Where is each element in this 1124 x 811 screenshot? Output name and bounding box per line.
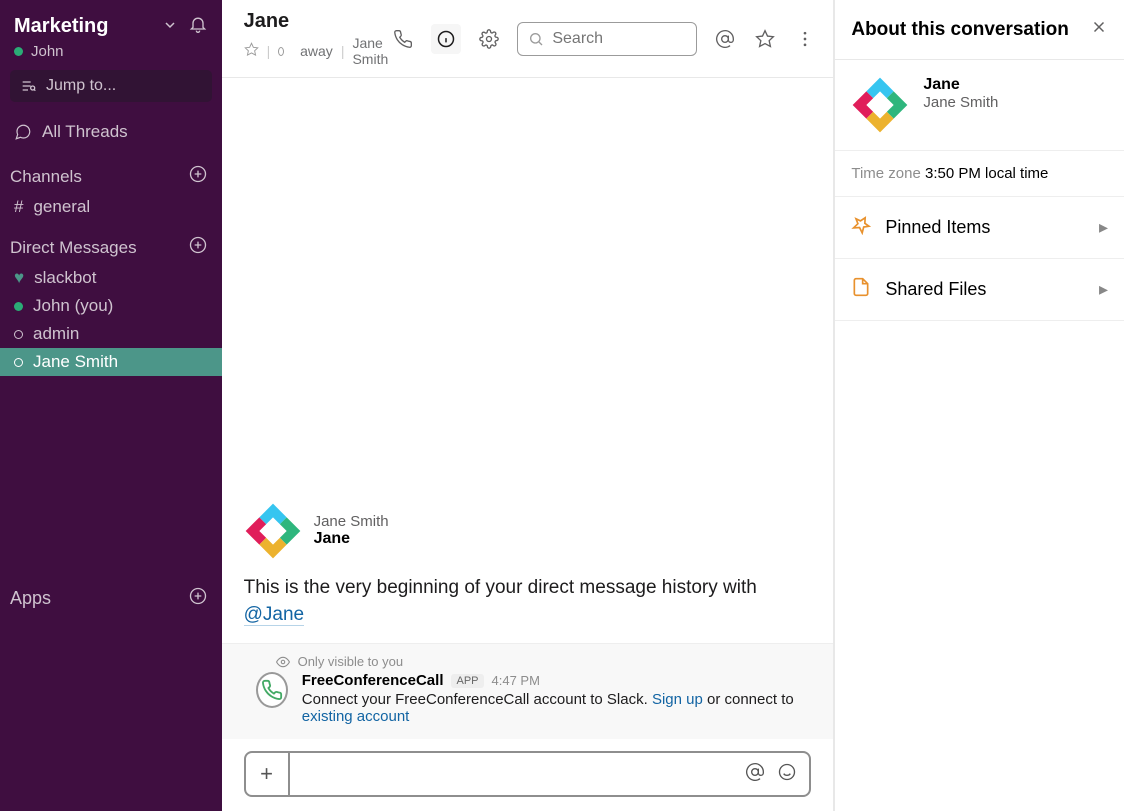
presence-away-icon [14, 358, 23, 367]
close-icon[interactable] [1090, 18, 1108, 41]
dm-header[interactable]: Direct Messages [0, 221, 222, 264]
status-text: away [300, 43, 333, 59]
visibility-label: Only visible to you [298, 654, 404, 669]
bell-icon[interactable] [188, 14, 208, 39]
channel-general[interactable]: # general [0, 193, 222, 221]
star-icon[interactable] [244, 42, 259, 60]
info-icon[interactable] [431, 24, 461, 54]
section-label: Shared Files [885, 279, 986, 300]
full-name: Jane Smith [352, 35, 391, 67]
dm-name: admin [33, 324, 79, 344]
mention-icon[interactable] [745, 762, 765, 787]
existing-account-link[interactable]: existing account [302, 708, 410, 725]
current-user[interactable]: John [0, 41, 222, 70]
current-user-name: John [31, 43, 64, 60]
profile-fullname: Jane Smith [923, 94, 998, 111]
file-icon [851, 277, 871, 302]
call-icon[interactable] [391, 27, 415, 51]
channel-name: general [33, 197, 90, 217]
timezone-row: Time zone 3:50 PM local time [835, 151, 1124, 197]
pin-icon [851, 215, 871, 240]
presence-away-icon [278, 47, 284, 56]
channels-header[interactable]: Channels [0, 150, 222, 193]
presence-away-icon [14, 330, 23, 339]
details-title: About this conversation [851, 19, 1068, 41]
details-panel: About this conversation Jane Jane Smith … [834, 0, 1124, 811]
channels-label: Channels [10, 167, 82, 187]
add-app-icon[interactable] [188, 586, 208, 611]
dm-name: Jane Smith [33, 352, 118, 372]
message-composer[interactable]: + [244, 751, 812, 797]
profile-section: Jane Jane Smith [835, 60, 1124, 151]
search-icon [528, 31, 544, 47]
dm-admin[interactable]: admin [0, 320, 222, 348]
intro-fullname: Jane Smith [314, 513, 389, 530]
app-name: FreeConferenceCall [302, 672, 444, 689]
eye-icon [276, 655, 290, 669]
signup-link[interactable]: Sign up [652, 691, 703, 708]
chevron-down-icon [164, 18, 176, 36]
avatar [244, 502, 302, 560]
add-channel-icon[interactable] [188, 164, 208, 189]
profile-name: Jane [923, 76, 998, 94]
dm-beginning-text: This is the very beginning of your direc… [244, 574, 812, 629]
apps-label: Apps [10, 588, 51, 609]
timezone-label: Time zone [851, 165, 920, 182]
dm-jane-smith[interactable]: Jane Smith [0, 348, 222, 376]
timezone-value: 3:50 PM local time [925, 165, 1048, 182]
dm-slackbot[interactable]: ♥ slackbot [0, 264, 222, 292]
app-badge: APP [451, 674, 483, 688]
search-input[interactable] [552, 30, 686, 48]
apps-header[interactable]: Apps [0, 572, 222, 811]
dm-label: Direct Messages [10, 238, 137, 258]
dm-name: slackbot [34, 268, 96, 288]
sidebar: Marketing John Jump to... All Threads Ch… [0, 0, 222, 811]
chevron-right-icon: ▸ [1099, 279, 1108, 300]
hash-icon: # [14, 197, 23, 217]
chat-area: Jane Smith Jane This is the very beginni… [222, 78, 834, 811]
more-icon[interactable] [793, 27, 817, 51]
mention-link[interactable]: @Jane [244, 604, 305, 626]
system-message: Only visible to you FreeConferenceCall A… [222, 643, 834, 739]
all-threads-label: All Threads [42, 122, 128, 142]
search-input-wrapper[interactable] [517, 22, 697, 56]
pinned-items-section[interactable]: Pinned Items ▸ [835, 197, 1124, 259]
avatar [851, 76, 909, 134]
attach-button[interactable]: + [246, 753, 290, 795]
chevron-right-icon: ▸ [1099, 217, 1108, 238]
all-threads[interactable]: All Threads [0, 114, 222, 150]
conversation-title: Jane [244, 10, 392, 33]
dm-intro: Jane Smith Jane [244, 502, 812, 560]
section-label: Pinned Items [885, 217, 990, 238]
intro-display: Jane [314, 530, 389, 548]
conversation-header: Jane | away | Jane Smith [222, 0, 834, 78]
workspace-name: Marketing [14, 15, 164, 38]
workspace-header[interactable]: Marketing [0, 8, 222, 41]
mentions-icon[interactable] [713, 27, 737, 51]
jump-to[interactable]: Jump to... [10, 70, 212, 102]
shared-files-section[interactable]: Shared Files ▸ [835, 259, 1124, 321]
add-dm-icon[interactable] [188, 235, 208, 260]
star-icon[interactable] [753, 27, 777, 51]
app-avatar [256, 672, 288, 708]
jump-to-label: Jump to... [46, 77, 116, 95]
presence-online-icon [14, 47, 23, 56]
dm-john[interactable]: John (you) [0, 292, 222, 320]
message-time: 4:47 PM [492, 673, 540, 688]
message-input[interactable] [290, 765, 746, 783]
settings-icon[interactable] [477, 27, 501, 51]
presence-online-icon [14, 302, 23, 311]
heart-icon: ♥ [14, 268, 24, 288]
emoji-icon[interactable] [777, 762, 797, 787]
message-body: Connect your FreeConferenceCall account … [302, 691, 834, 725]
dm-name: John (you) [33, 296, 113, 316]
main-panel: Jane | away | Jane Smith [222, 0, 835, 811]
